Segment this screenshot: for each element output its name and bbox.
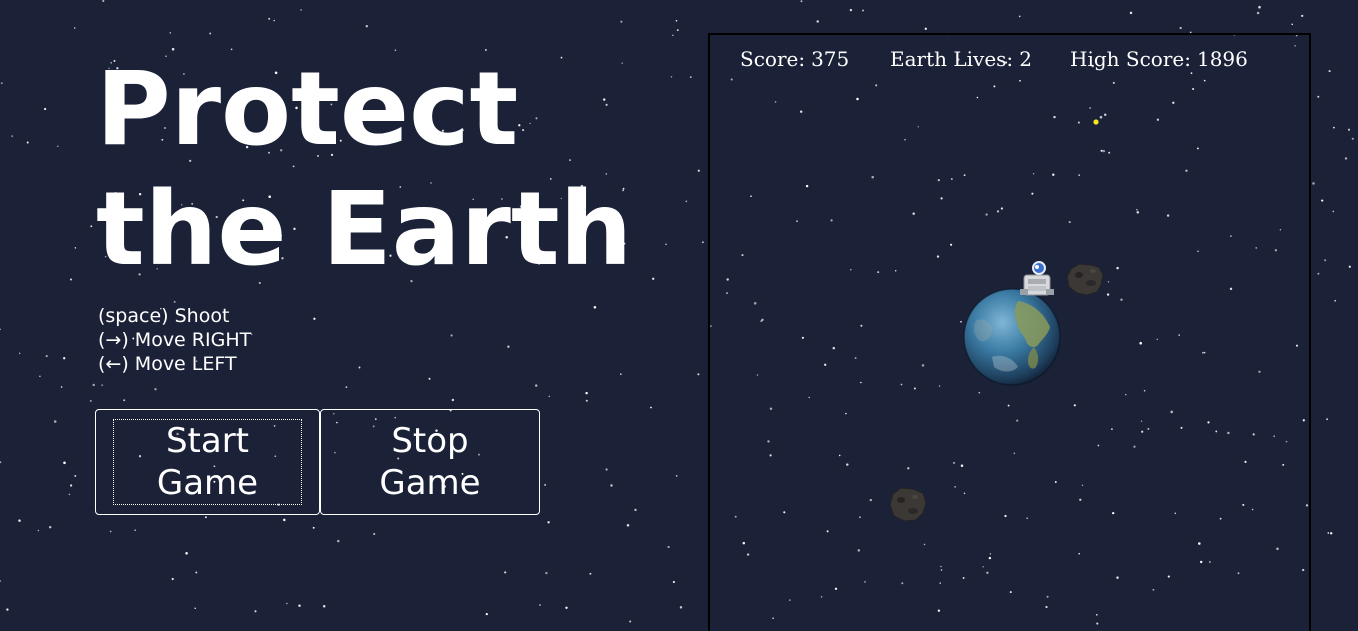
control-move-right: (→) Move RIGHT: [98, 328, 251, 352]
start-button-label-line-2: Game: [156, 463, 259, 503]
control-action: Move LEFT: [134, 353, 237, 375]
score-display: Score: 375: [740, 47, 849, 71]
high-score-display: High Score: 1896: [1070, 47, 1248, 71]
title-line-2: the Earth: [96, 170, 633, 289]
title-line-1: Protect: [96, 50, 519, 169]
high-score-label: High Score:: [1070, 47, 1191, 71]
asteroid-icon: [1066, 263, 1104, 296]
earth-icon: [963, 288, 1061, 386]
control-action: Move RIGHT: [134, 329, 252, 351]
spaceship-icon: [1020, 261, 1054, 296]
score-value: 375: [811, 47, 850, 71]
lives-value: 2: [1019, 47, 1032, 71]
bullet-icon: [1093, 119, 1099, 125]
asteroid-icon: [889, 487, 927, 522]
control-key: (space): [98, 305, 169, 327]
control-key: (→): [98, 329, 129, 351]
page: Protect the Earth (space) Shoot (→) Move…: [0, 0, 1358, 631]
stop-button-label-line-2: Game: [379, 463, 481, 503]
stop-button-label-line-1: Stop: [391, 421, 469, 461]
lives-label: Earth Lives:: [890, 47, 1014, 71]
controls-help: (space) Shoot (→) Move RIGHT (←) Move LE…: [98, 304, 251, 376]
control-action: Shoot: [174, 305, 230, 327]
page-title: Protect the Earth: [96, 50, 632, 290]
start-game-button[interactable]: Start Game: [95, 409, 320, 515]
score-label: Score:: [740, 47, 806, 71]
control-key: (←): [98, 353, 129, 375]
start-button-label-line-1: Start: [165, 421, 250, 461]
control-move-left: (←) Move LEFT: [98, 352, 251, 376]
stop-game-button[interactable]: Stop Game: [320, 409, 540, 515]
lives-display: Earth Lives: 2: [890, 47, 1032, 71]
game-canvas[interactable]: Score: 375 Earth Lives: 2 High Score: 1896: [708, 33, 1311, 631]
control-shoot: (space) Shoot: [98, 304, 251, 328]
high-score-value: 1896: [1196, 47, 1248, 71]
focus-ring: Start Game: [113, 419, 302, 505]
